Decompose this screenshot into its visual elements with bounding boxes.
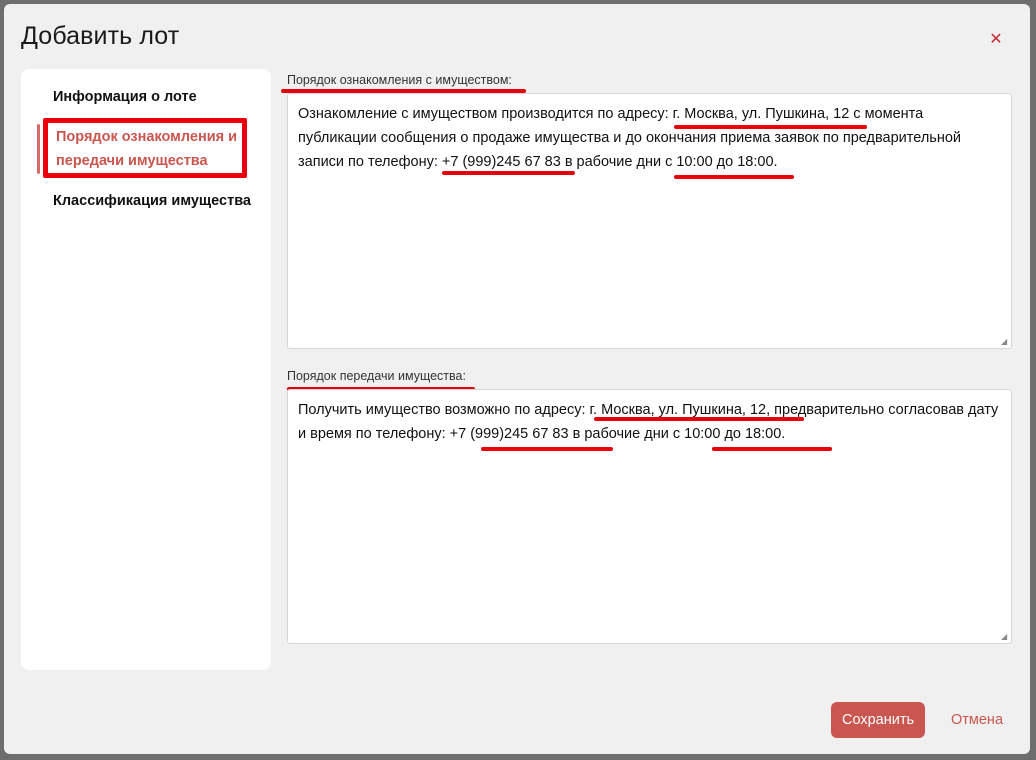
familiarization-label: Порядок ознакомления с имуществом: <box>287 73 512 87</box>
active-item-marker <box>37 124 40 174</box>
transfer-textarea[interactable]: Получить имущество возможно по адресу: г… <box>287 389 1012 644</box>
transfer-text: Получить имущество возможно по адресу: г… <box>298 402 999 442</box>
resize-handle-icon[interactable]: ◢ <box>1001 338 1009 346</box>
close-icon[interactable]: ✕ <box>984 28 1008 52</box>
sidebar-item-classification[interactable]: Классификация имущества <box>53 189 263 213</box>
transfer-label: Порядок передачи имущества: <box>287 369 466 383</box>
dialog-title: Добавить лот <box>21 22 180 50</box>
familiarization-textarea[interactable]: Ознакомление с имуществом производится п… <box>287 93 1012 349</box>
sidebar-item-lot-info[interactable]: Информация о лоте <box>53 85 263 109</box>
familiarization-text: Ознакомление с имуществом производится п… <box>298 106 962 170</box>
cancel-button[interactable]: Отмена <box>942 702 1012 738</box>
sidebar-nav: Информация о лоте Порядок ознакомления и… <box>21 69 271 670</box>
resize-handle-icon[interactable]: ◢ <box>1001 633 1009 641</box>
add-lot-dialog: Добавить лот ✕ Информация о лоте Порядок… <box>4 4 1030 754</box>
save-button[interactable]: Сохранить <box>831 702 925 738</box>
sidebar-item-familiarization-transfer[interactable]: Порядок ознакомления и передачи имуществ… <box>56 125 246 173</box>
